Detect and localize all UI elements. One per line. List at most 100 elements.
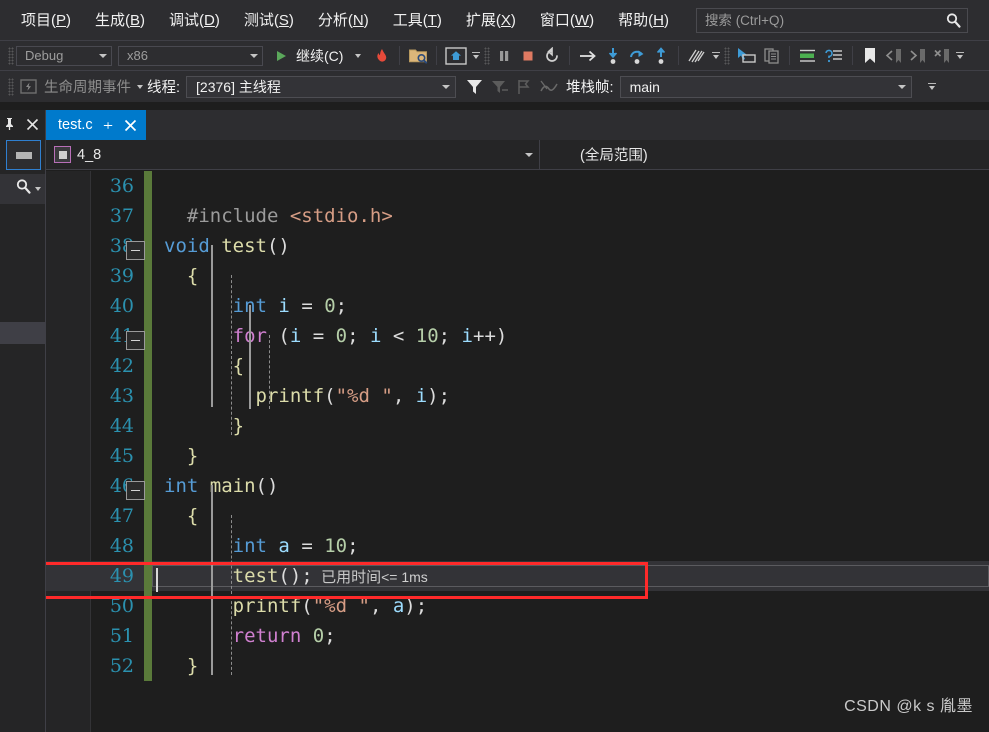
menu-item-extensions[interactable]: 扩展(X) xyxy=(455,9,527,32)
code-line[interactable]: 47 { xyxy=(46,501,989,531)
code-line-current[interactable]: 49 test(); 已用时间<= 1ms xyxy=(46,561,989,592)
code-text[interactable]: test(); 已用时间<= 1ms xyxy=(152,565,989,592)
continue-dropdown[interactable] xyxy=(346,44,370,68)
lifecycle-events-label[interactable]: 生命周期事件 xyxy=(44,76,131,97)
toolbox-search-button[interactable] xyxy=(0,174,45,204)
project-scope-dropdown[interactable]: 4_8 xyxy=(46,139,540,170)
clear-filter-button[interactable] xyxy=(487,75,512,99)
lifecycle-events-button[interactable] xyxy=(16,75,40,99)
code-text[interactable]: int main() xyxy=(126,475,989,500)
code-text[interactable]: } xyxy=(152,445,989,467)
pause-button[interactable] xyxy=(492,44,516,68)
code-text[interactable]: printf("%d ", i); xyxy=(152,385,989,407)
search-input[interactable] xyxy=(696,12,941,28)
code-line[interactable]: 52 } xyxy=(46,651,989,681)
thread-graph-icon xyxy=(540,80,558,91)
code-line[interactable]: 37 #include <stdio.h> xyxy=(46,201,989,231)
code-editor[interactable]: 36 37 #include <stdio.h> 38 void test() 39 {… xyxy=(46,171,989,732)
close-icon[interactable] xyxy=(124,119,137,132)
code-line[interactable]: 51 return 0; xyxy=(46,621,989,651)
quick-search-box[interactable] xyxy=(695,7,968,33)
code-line[interactable]: 41 for (i = 0; i < 10; i++) xyxy=(46,321,989,351)
thread-graph-button[interactable] xyxy=(536,75,562,99)
uncomment-button[interactable] xyxy=(821,44,847,68)
copy-button[interactable] xyxy=(760,44,784,68)
code-text[interactable]: } xyxy=(152,655,989,677)
collapse-region-icon[interactable] xyxy=(126,481,145,500)
hot-reload-button[interactable] xyxy=(370,44,394,68)
platform-dropdown[interactable]: x86 xyxy=(118,45,263,66)
code-text[interactable]: return 0; xyxy=(152,625,989,647)
step-into-button[interactable] xyxy=(601,44,625,68)
code-line[interactable]: 46 int main() xyxy=(46,471,989,501)
toolbar-grip[interactable] xyxy=(724,46,731,65)
member-scope-dropdown[interactable]: (全局范围) xyxy=(540,140,989,170)
menu-item-analyze[interactable]: 分析(N) xyxy=(307,9,380,32)
continue-button[interactable] xyxy=(269,44,293,68)
code-text[interactable]: { xyxy=(152,265,989,287)
code-line[interactable]: 40 int i = 0; xyxy=(46,291,989,321)
code-line[interactable]: 39 { xyxy=(46,261,989,291)
clear-bookmarks-button[interactable] xyxy=(930,44,954,68)
code-line[interactable]: 36 xyxy=(46,171,989,201)
debugbar-overflow-button[interactable] xyxy=(926,82,938,91)
toggle-bookmark-button[interactable] xyxy=(858,44,882,68)
close-icon[interactable] xyxy=(26,118,39,131)
toolbar-grip[interactable] xyxy=(484,46,491,65)
continue-label[interactable]: 继续(C) xyxy=(293,46,346,66)
home-overflow-button[interactable] xyxy=(470,51,482,60)
collapse-region-icon[interactable] xyxy=(126,241,145,260)
menu-item-project[interactable]: 项目(P) xyxy=(10,9,82,32)
code-text[interactable]: int a = 10; xyxy=(152,535,989,557)
code-line[interactable]: 42 { xyxy=(46,351,989,381)
code-line[interactable]: 48 int a = 10; xyxy=(46,531,989,561)
tab-test-c[interactable]: test.c xyxy=(46,110,146,140)
collapse-region-icon[interactable] xyxy=(126,331,145,350)
stop-button[interactable] xyxy=(516,44,540,68)
diagnostics-overflow-button[interactable] xyxy=(710,51,722,60)
code-line[interactable]: 43 printf("%d ", i); xyxy=(46,381,989,411)
comment-button[interactable] xyxy=(795,44,821,68)
filter-threads-button[interactable] xyxy=(462,75,487,99)
step-out-button[interactable] xyxy=(649,44,673,68)
next-bookmark-button[interactable] xyxy=(906,44,930,68)
open-folder-button[interactable] xyxy=(405,44,431,68)
diagnostics-button[interactable] xyxy=(684,44,710,68)
menu-item-test[interactable]: 测试(S) xyxy=(233,9,305,32)
step-over-button[interactable] xyxy=(625,44,649,68)
menu-item-help[interactable]: 帮助(H) xyxy=(607,9,680,32)
menu-item-build[interactable]: 生成(B) xyxy=(84,9,156,32)
home-button[interactable] xyxy=(442,44,470,68)
chevron-down-icon[interactable] xyxy=(137,84,143,89)
code-text[interactable]: void test() xyxy=(126,235,989,260)
code-line[interactable]: 50 printf("%d ", a); xyxy=(46,591,989,621)
menu-item-tools[interactable]: 工具(T) xyxy=(382,9,453,32)
code-line[interactable]: 45 } xyxy=(46,441,989,471)
restart-button[interactable] xyxy=(540,44,564,68)
code-text[interactable]: printf("%d ", a); xyxy=(152,595,989,617)
code-text[interactable]: { xyxy=(152,355,989,377)
code-line[interactable]: 38 void test() xyxy=(46,231,989,261)
pin-icon[interactable] xyxy=(3,117,16,131)
stack-frame-dropdown[interactable]: main xyxy=(619,75,912,98)
code-text[interactable]: } xyxy=(152,415,989,437)
show-next-statement-button[interactable] xyxy=(575,44,601,68)
configuration-dropdown[interactable]: Debug xyxy=(16,45,112,66)
toolbar-grip[interactable] xyxy=(8,46,14,65)
code-lines[interactable]: 36 37 #include <stdio.h> 38 void test() 39 {… xyxy=(46,171,989,732)
menu-item-debug[interactable]: 调试(D) xyxy=(158,9,231,32)
previous-bookmark-button[interactable] xyxy=(882,44,906,68)
code-text[interactable]: int i = 0; xyxy=(152,295,989,317)
code-text[interactable]: for (i = 0; i < 10; i++) xyxy=(126,325,989,350)
pin-icon[interactable] xyxy=(102,119,115,132)
flag-threads-button[interactable] xyxy=(512,75,536,99)
code-line[interactable]: 44 } xyxy=(46,411,989,441)
toolbox-item-general[interactable] xyxy=(6,140,41,170)
menu-item-window[interactable]: 窗口(W) xyxy=(529,9,605,32)
pointer-select-button[interactable] xyxy=(732,44,760,68)
bookmark-overflow-button[interactable] xyxy=(954,51,966,60)
code-text[interactable]: #include <stdio.h> xyxy=(152,205,989,227)
code-text[interactable]: { xyxy=(152,505,989,527)
toolbar-grip[interactable] xyxy=(8,77,14,96)
thread-dropdown[interactable]: [2376] 主线程 xyxy=(186,75,457,98)
